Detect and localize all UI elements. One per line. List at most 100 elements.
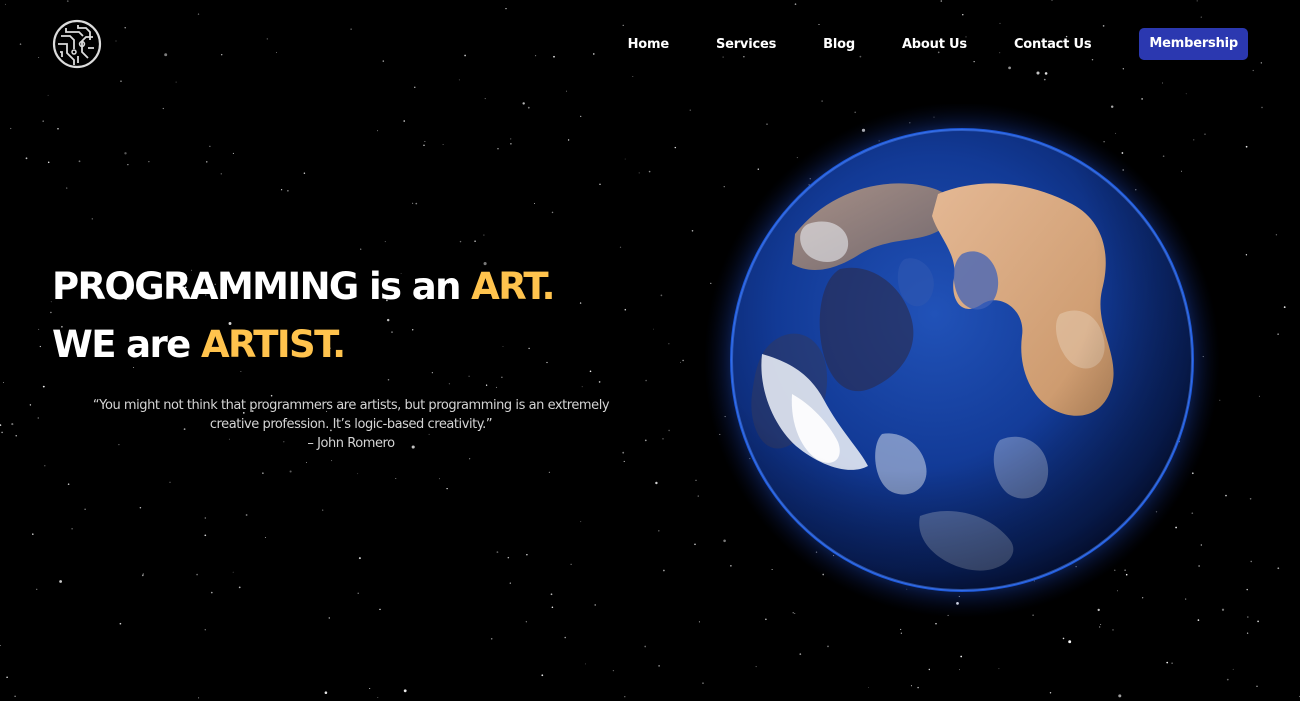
star [459,240,462,243]
star [1068,640,1072,644]
star [1275,234,1278,236]
star [495,386,498,388]
star [358,557,361,560]
star [827,645,829,648]
star [581,386,583,388]
star [534,203,535,205]
star [127,164,129,166]
star [197,13,200,15]
nav-services[interactable]: Services [716,37,776,52]
headline-accent-artist: ARTIST. [200,323,346,366]
star [3,382,4,384]
star [403,120,405,122]
star [175,81,177,83]
star [702,682,704,684]
star [900,628,902,630]
star [1245,254,1248,256]
star [1102,25,1105,27]
star [1245,145,1248,148]
star [414,86,416,88]
star [78,160,81,163]
star [448,383,451,385]
star [264,536,266,538]
star [328,617,331,619]
star [644,439,647,442]
star [490,638,493,640]
star [483,234,485,236]
circuit-logo-icon[interactable] [52,19,102,69]
star [458,79,460,81]
star [580,115,582,118]
star [25,157,28,160]
star [695,479,697,481]
star [599,183,601,185]
star [1044,72,1048,75]
star [668,429,670,432]
star [510,143,512,145]
star [266,38,268,40]
star [940,0,943,2]
star [818,23,820,26]
nav-home[interactable]: Home [628,37,670,52]
star [496,551,499,553]
star [139,506,142,509]
star [644,645,647,648]
star [900,632,902,634]
star [962,14,964,16]
star [14,695,16,698]
star [44,465,46,467]
star [395,478,397,479]
star [198,697,200,699]
star [658,530,660,532]
star [1,431,3,434]
star [570,563,572,565]
star [124,26,126,29]
star [357,592,359,594]
star [59,580,62,583]
headline-line-1-text: PROGRAMMING is an [52,265,472,308]
star [204,534,207,537]
star [697,495,699,497]
star [415,202,418,205]
star [565,90,567,92]
star [1049,692,1052,694]
star [369,687,371,690]
star [357,473,359,475]
membership-button[interactable]: Membership [1139,28,1248,60]
star [799,653,802,655]
star [141,574,144,577]
star [1099,626,1101,628]
nav-blog[interactable]: Blog [823,37,855,52]
star [1260,62,1262,64]
star [162,107,164,110]
star [232,152,234,154]
main-navigation: Home Services Blog About Us Contact Us M… [628,28,1248,60]
star [505,7,507,10]
star [1226,678,1229,681]
star [660,294,663,297]
star [1171,662,1173,664]
star [973,61,975,63]
star [632,76,634,77]
star [474,240,476,243]
star [1118,694,1122,698]
star [645,379,647,382]
star [1246,588,1248,591]
star [38,56,40,58]
star [548,471,551,473]
star [204,517,206,519]
star [19,43,22,45]
star [1200,16,1202,18]
star [115,40,117,42]
hero-headline: PROGRAMMING is an ART. WE are ARTIST. [52,258,556,374]
star [655,481,658,485]
star [1162,82,1163,84]
headline-line-2-text: WE are [52,323,201,366]
nav-contact-us[interactable]: Contact Us [1014,37,1092,52]
nav-about-us[interactable]: About Us [902,37,967,52]
star [868,687,869,688]
star [464,54,466,57]
star [0,644,1,647]
star [689,109,692,111]
star [1196,0,1198,2]
